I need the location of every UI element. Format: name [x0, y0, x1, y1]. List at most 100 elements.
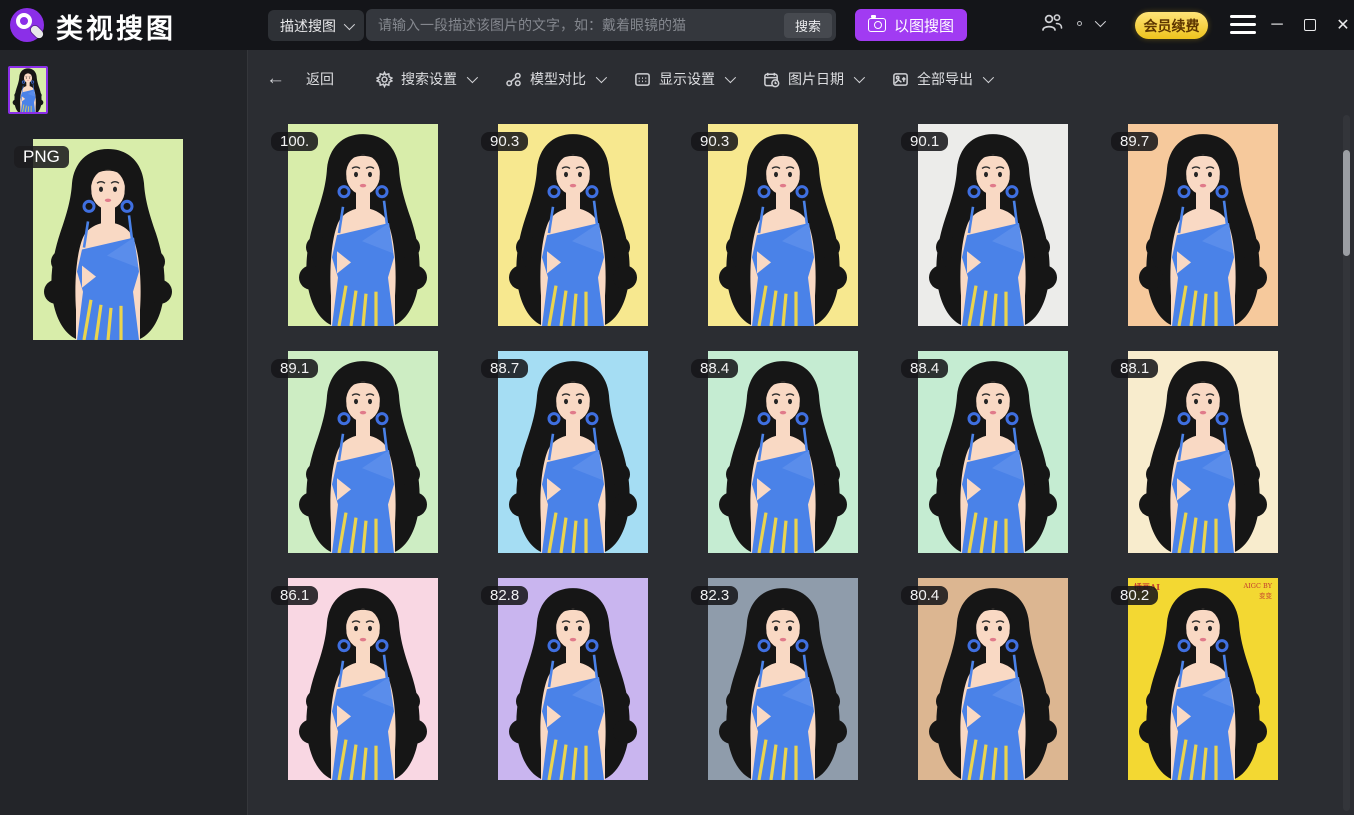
query-image-preview[interactable]: PNG — [33, 139, 183, 340]
toolbar-export-all-label: 全部导出 — [917, 69, 973, 89]
result-figure — [498, 351, 648, 553]
result-card[interactable]: 88.4 — [708, 351, 858, 553]
export-icon — [892, 71, 909, 88]
menu-hamburger-icon[interactable] — [1230, 15, 1256, 35]
image-search-label: 以图搜图 — [894, 15, 954, 36]
gear-icon — [376, 71, 393, 88]
score-badge: 80.2 — [1111, 586, 1158, 605]
score-badge: 82.3 — [691, 586, 738, 605]
compare-icon — [505, 71, 522, 88]
score-badge: 80.4 — [901, 586, 948, 605]
score-badge: 88.1 — [1111, 359, 1158, 378]
calendar-clock-icon — [763, 71, 780, 88]
format-badge: PNG — [14, 146, 69, 168]
result-figure — [288, 124, 438, 326]
main-content: ← 返回 搜索设置 模型对比 显示设置 图片日期 全部导出 100. — [249, 50, 1354, 815]
score-badge: 100. — [271, 132, 318, 151]
query-preview-figure — [33, 139, 183, 340]
query-image-thumbnail-selected[interactable] — [8, 66, 48, 114]
search-bar: 搜索 — [366, 9, 836, 41]
toolbar-model-compare[interactable]: 模型对比 — [505, 69, 604, 89]
camera-icon — [868, 18, 886, 32]
toolbar-image-date-label: 图片日期 — [788, 69, 844, 89]
results-grid: 100. 90.3 90.3 90.1 89.7 — [288, 124, 1354, 780]
image-search-button[interactable]: 以图搜图 — [855, 9, 967, 41]
chevron-down-icon — [725, 72, 736, 83]
app-logo-magnifier-icon — [10, 8, 44, 42]
toolbar-search-settings[interactable]: 搜索设置 — [376, 69, 475, 89]
toolbar-display-settings[interactable]: 显示设置 — [634, 69, 733, 89]
sidebar: PNG — [0, 50, 248, 815]
app-title: 类视搜图 — [56, 7, 176, 46]
scrollbar-thumb[interactable] — [1343, 150, 1350, 256]
score-badge: 86.1 — [271, 586, 318, 605]
back-button[interactable]: ← 返回 — [266, 68, 334, 90]
result-card[interactable]: 89.7 — [1128, 124, 1278, 326]
result-card[interactable]: 82.8 — [498, 578, 648, 780]
score-badge: 88.7 — [481, 359, 528, 378]
toolbar-image-date[interactable]: 图片日期 — [763, 69, 862, 89]
result-figure — [288, 578, 438, 780]
score-badge: 89.7 — [1111, 132, 1158, 151]
result-card[interactable]: 100. — [288, 124, 438, 326]
window-minimize-button[interactable]: ─ — [1262, 10, 1292, 40]
search-mode-dropdown[interactable]: 描述搜图 — [268, 10, 364, 41]
display-icon — [634, 71, 651, 88]
window-close-button[interactable]: ✕ — [1328, 10, 1354, 40]
result-figure — [498, 578, 648, 780]
result-card[interactable]: 89.1 — [288, 351, 438, 553]
results-toolbar: ← 返回 搜索设置 模型对比 显示设置 图片日期 全部导出 — [249, 50, 1354, 108]
chevron-down-icon — [983, 72, 994, 83]
membership-renew-button[interactable]: 会员续费 — [1135, 12, 1208, 39]
chevron-down-icon — [596, 72, 607, 83]
result-figure — [1128, 124, 1278, 326]
chevron-down-icon — [854, 72, 865, 83]
result-card[interactable]: 90.1 — [918, 124, 1068, 326]
result-figure — [498, 124, 648, 326]
result-figure — [708, 124, 858, 326]
result-card[interactable]: 90.3 — [498, 124, 648, 326]
result-card[interactable]: 80.2 插画AI AIGC BY变变 — [1128, 578, 1278, 780]
account-chevron-down-icon — [1095, 16, 1106, 27]
result-figure — [708, 351, 858, 553]
window-maximize-button[interactable] — [1295, 10, 1325, 40]
toolbar-model-compare-label: 模型对比 — [530, 69, 586, 89]
score-badge: 82.8 — [481, 586, 528, 605]
search-button[interactable]: 搜索 — [784, 13, 832, 38]
users-icon — [1040, 12, 1064, 34]
result-figure — [1128, 578, 1278, 780]
back-label: 返回 — [306, 69, 334, 89]
score-badge: 90.3 — [481, 132, 528, 151]
back-arrow-icon: ← — [266, 68, 285, 90]
toolbar-display-settings-label: 显示设置 — [659, 69, 715, 89]
result-figure — [918, 124, 1068, 326]
toolbar-export-all[interactable]: 全部导出 — [892, 69, 991, 89]
result-figure — [918, 351, 1068, 553]
result-card[interactable]: 90.3 — [708, 124, 858, 326]
card-watermark-topright: AIGC BY变变 — [1244, 582, 1272, 602]
score-badge: 89.1 — [271, 359, 318, 378]
chevron-down-icon — [344, 18, 355, 29]
result-card[interactable]: 80.4 — [918, 578, 1068, 780]
result-card[interactable]: 88.4 — [918, 351, 1068, 553]
top-bar: 类视搜图 描述搜图 搜索 以图搜图 会员续费 ─ ✕ — [0, 0, 1354, 50]
result-card[interactable]: 82.3 — [708, 578, 858, 780]
search-input[interactable] — [366, 17, 784, 33]
status-dot-icon — [1077, 21, 1082, 26]
account-menu[interactable] — [1040, 12, 1103, 34]
result-card[interactable]: 88.1 — [1128, 351, 1278, 553]
result-figure — [708, 578, 858, 780]
score-badge: 90.1 — [901, 132, 948, 151]
search-mode-label: 描述搜图 — [280, 16, 336, 36]
result-figure — [288, 351, 438, 553]
toolbar-search-settings-label: 搜索设置 — [401, 69, 457, 89]
score-badge: 88.4 — [901, 359, 948, 378]
result-figure — [918, 578, 1068, 780]
result-card[interactable]: 86.1 — [288, 578, 438, 780]
chevron-down-icon — [467, 72, 478, 83]
query-thumbnail-figure — [10, 68, 46, 112]
score-badge: 88.4 — [691, 359, 738, 378]
result-figure — [1128, 351, 1278, 553]
score-badge: 90.3 — [691, 132, 738, 151]
result-card[interactable]: 88.7 — [498, 351, 648, 553]
